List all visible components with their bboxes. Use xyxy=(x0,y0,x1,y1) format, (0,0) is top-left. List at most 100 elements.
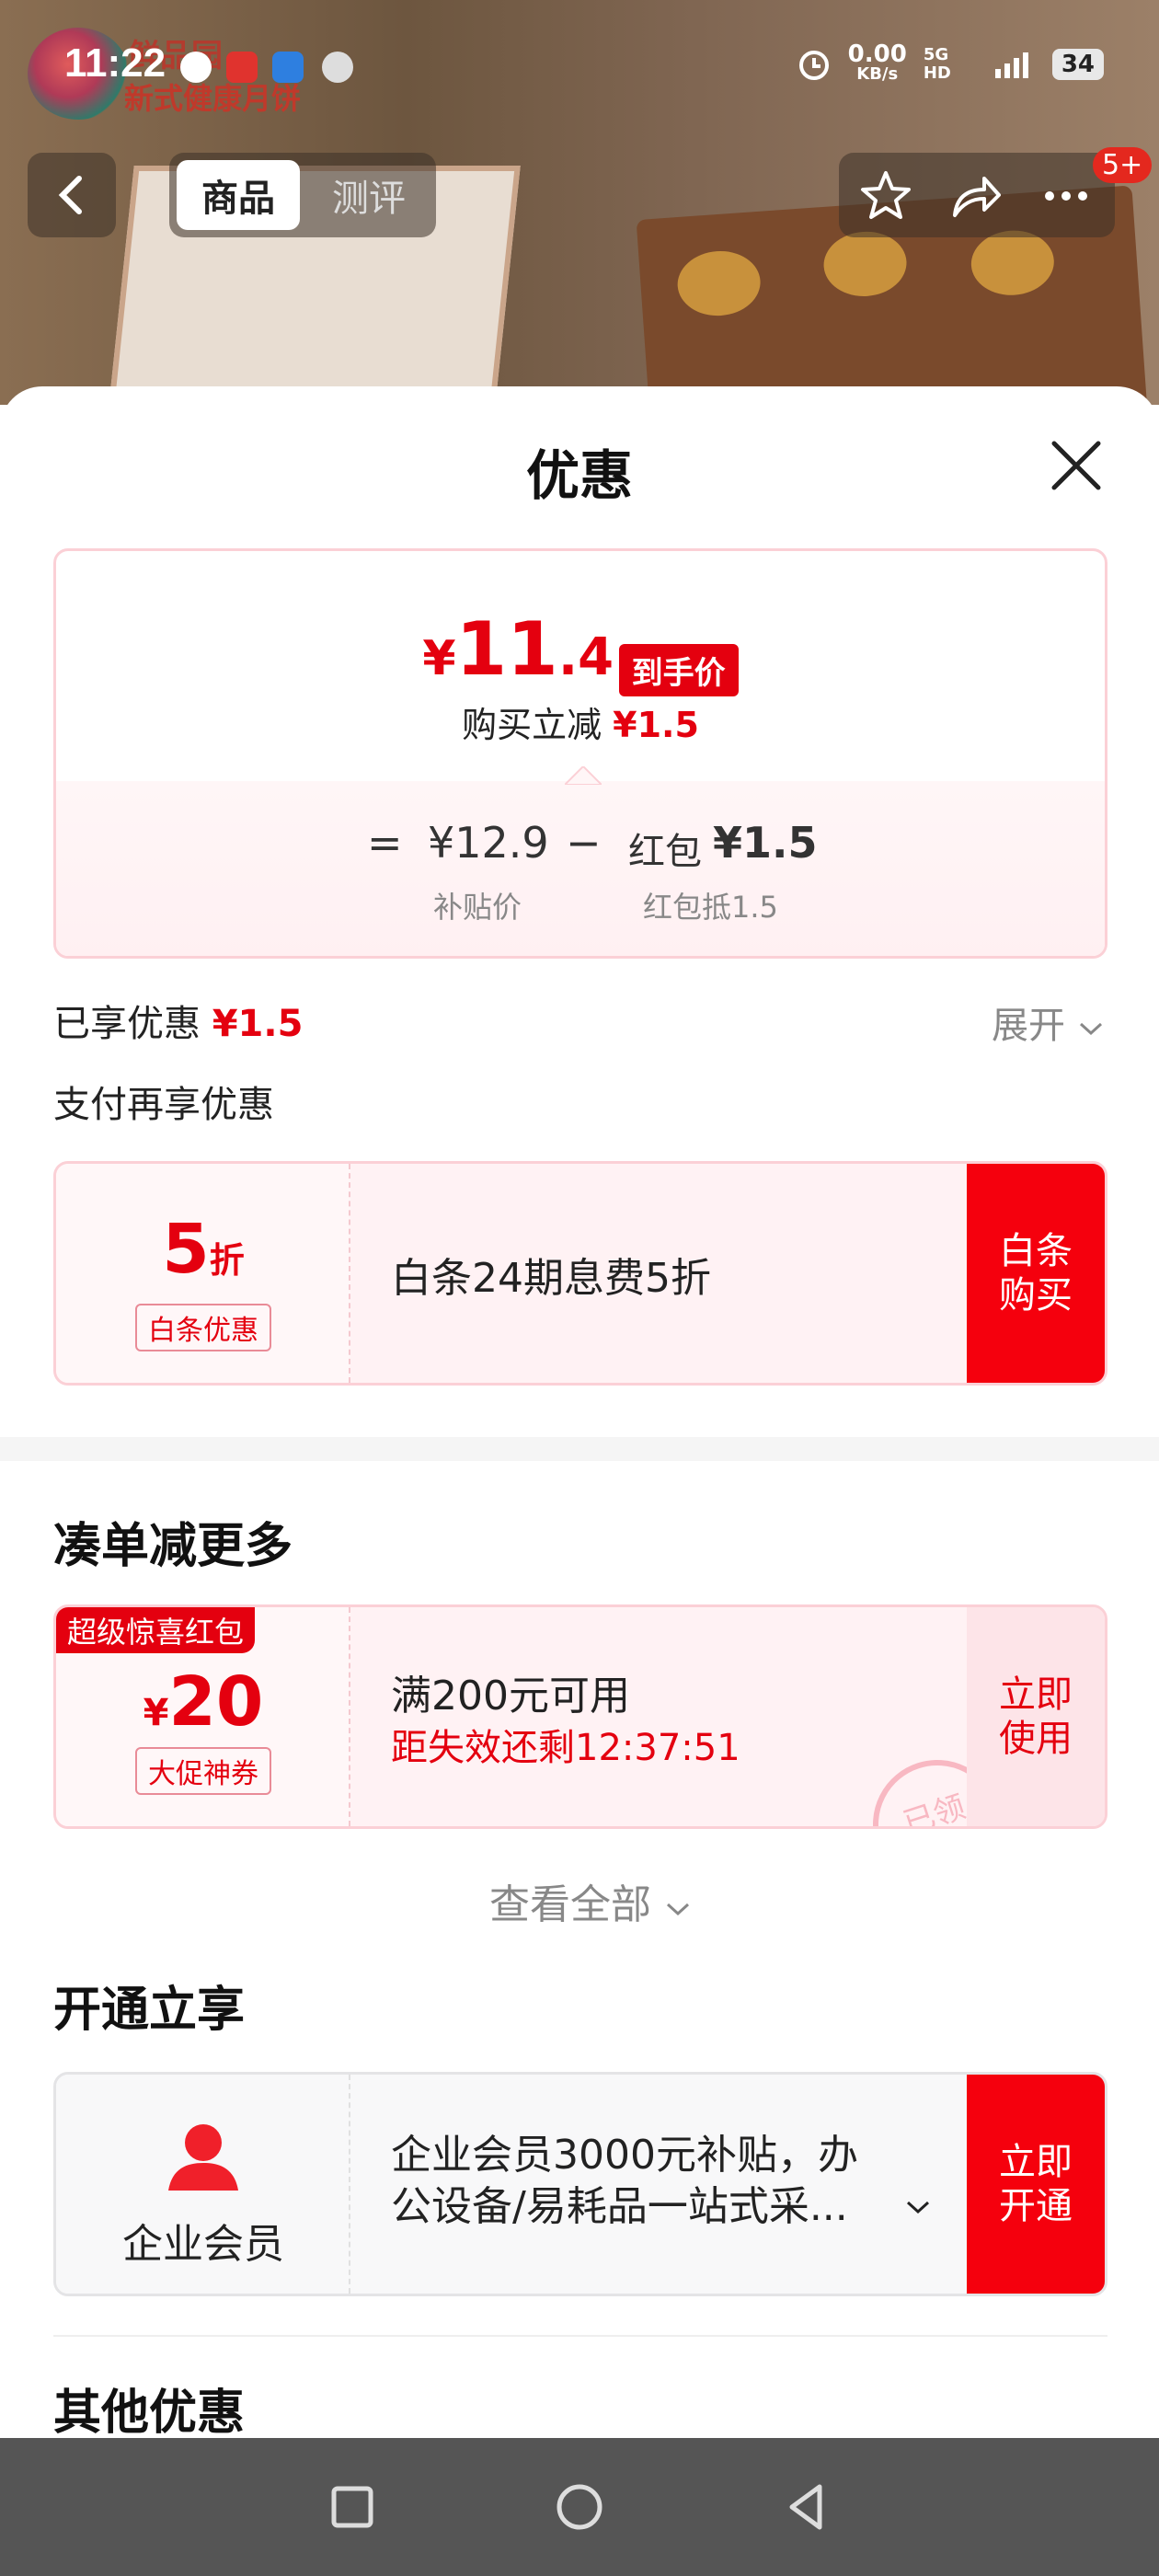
battery-indicator: 34 xyxy=(1051,49,1104,80)
coupon-currency: ¥ xyxy=(143,1692,169,1734)
open-member-button[interactable]: 立即 开通 xyxy=(967,2075,1105,2294)
discount-sheet: 优惠 ¥11.4 到手价 购买立减 ¥1.5 = ¥12.9 − 红包 ¥1.5… xyxy=(0,386,1159,2438)
coupon-amount: ¥20 xyxy=(56,1662,350,1742)
use-btn-line2: 使用 xyxy=(999,1718,1073,1760)
coupon-left: 超级惊喜红包 ¥20 大促神券 xyxy=(56,1607,350,1826)
speed-unit: KB/s xyxy=(856,64,899,84)
expand-label: 展开 xyxy=(992,1005,1065,1047)
chevron-down-icon xyxy=(666,1903,690,1916)
price-currency: ¥ xyxy=(422,631,456,686)
pay-more-label: 支付再享优惠 xyxy=(53,1084,274,1126)
baitiao-btn-line1: 白条 xyxy=(999,1230,1073,1272)
use-coupon-button[interactable]: 立即 使用 xyxy=(967,1607,1105,1826)
top-tabs: 商品 测评 xyxy=(169,153,436,237)
member-desc-line2: 公设备/易耗品一站式采... xyxy=(391,2183,848,2230)
member-desc-line1: 企业会员3000元补贴，办 xyxy=(391,2132,858,2179)
app-notification-icon xyxy=(226,52,258,83)
coupon-condition: 满200元可用 xyxy=(391,1673,630,1719)
status-right: 0.00 KB/s 5G HD 34 xyxy=(797,42,1104,85)
view-all-label: 查看全部 xyxy=(489,1881,651,1928)
member-desc: 企业会员3000元补贴，办 公设备/易耗品一站式采... xyxy=(391,2130,858,2233)
system-navigation-bar xyxy=(0,2438,1159,2576)
baitiao-discount-unit: 折 xyxy=(209,1240,245,1281)
sheet-title: 优惠 xyxy=(525,444,633,507)
app-notification-icon xyxy=(272,52,304,83)
member-left: 企业会员 xyxy=(56,2075,350,2294)
status-time: 11:22 xyxy=(64,40,166,86)
member-name: 企业会员 xyxy=(122,2221,284,2268)
star-icon[interactable] xyxy=(854,164,918,228)
coupon-tag-wrap: 大促神券 xyxy=(56,1747,350,1795)
open-btn-line1: 立即 xyxy=(999,2141,1073,2183)
final-price: ¥11.4 到手价 xyxy=(56,606,1105,696)
instant-discount: 购买立减 ¥1.5 xyxy=(56,696,1105,747)
subsidy-price: ¥12.9 xyxy=(428,818,549,868)
instant-discount-label: 购买立减 xyxy=(462,705,602,745)
redpack-label: 红包 xyxy=(628,831,702,873)
coupon-amount-value: 20 xyxy=(168,1662,264,1742)
baitiao-buy-button[interactable]: 白条 购买 xyxy=(967,1164,1105,1383)
tab-goods[interactable]: 商品 xyxy=(177,160,300,230)
section-divider xyxy=(0,1437,1159,1461)
price-card: ¥11.4 到手价 购买立减 ¥1.5 = ¥12.9 − 红包 ¥1.5 补贴… xyxy=(53,548,1107,959)
enjoyed-value: ¥1.5 xyxy=(212,1003,304,1045)
baitiao-desc: 白条24期息费5折 xyxy=(391,1255,711,1302)
mooncake-image xyxy=(969,227,1057,298)
open-section-title: 开通立享 xyxy=(53,1983,246,2038)
share-icon[interactable] xyxy=(944,164,1008,228)
top-actions xyxy=(839,153,1115,237)
network-type: 5G HD xyxy=(923,45,951,83)
coupon-corner-tag: 超级惊喜红包 xyxy=(56,1607,256,1653)
user-icon xyxy=(168,2124,238,2191)
baitiao-tag-wrap: 白条优惠 xyxy=(56,1304,350,1351)
enjoyed-label: 已享优惠 xyxy=(53,1003,201,1045)
mooncake-image xyxy=(675,247,763,319)
open-btn-line2: 开通 xyxy=(999,2185,1073,2227)
subsidy-caption: 补贴价 xyxy=(433,890,522,925)
recent-apps-icon[interactable] xyxy=(325,2479,380,2535)
expand-button[interactable]: 展开 xyxy=(992,995,1105,1049)
network-speed: 0.00 KB/s xyxy=(848,42,907,85)
chevron-down-icon xyxy=(1079,1022,1102,1036)
close-icon[interactable] xyxy=(1049,438,1104,493)
chevron-left-icon xyxy=(58,176,82,214)
redpack-caption: 红包抵1.5 xyxy=(643,890,778,925)
more-icon[interactable] xyxy=(1034,164,1098,228)
pointer-triangle xyxy=(565,766,602,785)
signal-icon xyxy=(994,52,1028,78)
tab-review[interactable]: 测评 xyxy=(307,160,430,230)
more-badge: 5+ xyxy=(1093,147,1153,183)
zhi-icon xyxy=(322,52,353,83)
baitiao-discount: 5折 xyxy=(56,1210,350,1289)
divider-line xyxy=(53,2335,1107,2337)
alarm-icon xyxy=(798,51,829,80)
combine-section-title: 凑单减更多 xyxy=(53,1519,293,1574)
use-btn-line1: 立即 xyxy=(999,1673,1073,1716)
coupon-tag: 大促神券 xyxy=(135,1747,271,1795)
formula-equals: = xyxy=(367,818,403,868)
price-decimal: .4 xyxy=(557,627,614,687)
baitiao-offer-card[interactable]: 5折 白条优惠 白条24期息费5折 白条 购买 xyxy=(53,1161,1107,1386)
home-icon[interactable] xyxy=(552,2479,607,2535)
enjoyed-discount: 已享优惠 ¥1.5 xyxy=(53,994,303,1047)
price-breakdown-bg xyxy=(56,781,1105,956)
baitiao-btn-line2: 购买 xyxy=(999,1274,1073,1317)
wechat-icon xyxy=(180,52,212,83)
coupon-countdown: 距失效还剩12:37:51 xyxy=(391,1727,740,1769)
other-section-title: 其他优惠 xyxy=(53,2386,246,2438)
enterprise-member-card[interactable]: 企业会员 企业会员3000元补贴，办 公设备/易耗品一站式采... 立即 开通 xyxy=(53,2072,1107,2296)
price-integer: 11 xyxy=(455,606,558,692)
coupon-card[interactable]: 超级惊喜红包 ¥20 大促神券 满200元可用 距失效还剩12:37:51 已领… xyxy=(53,1604,1107,1829)
instant-discount-value: ¥1.5 xyxy=(613,705,699,745)
view-all-button[interactable]: 查看全部 xyxy=(489,1871,692,1930)
back-nav-icon[interactable] xyxy=(779,2479,834,2535)
redpack-value: ¥1.5 xyxy=(713,818,818,868)
mooncake-image xyxy=(821,228,909,299)
baitiao-tag: 白条优惠 xyxy=(135,1304,271,1351)
final-price-tag: 到手价 xyxy=(618,644,739,696)
formula-minus: − xyxy=(566,818,602,868)
chevron-down-icon[interactable] xyxy=(904,2198,932,2216)
back-button[interactable] xyxy=(28,153,116,237)
baitiao-left: 5折 白条优惠 xyxy=(56,1164,350,1383)
baitiao-discount-num: 5 xyxy=(162,1210,210,1289)
